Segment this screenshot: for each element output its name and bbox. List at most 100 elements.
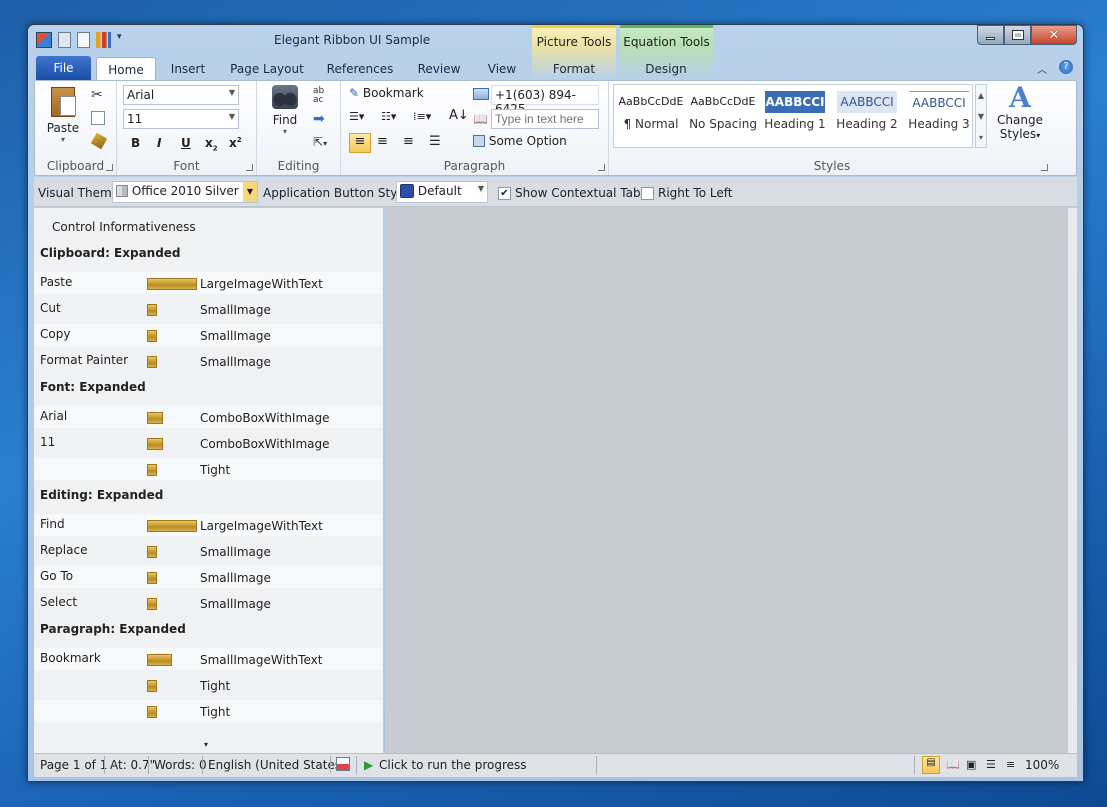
play-icon[interactable]: ▶: [364, 758, 373, 772]
tab-home[interactable]: Home: [96, 57, 156, 81]
full-screen-reading-view-icon[interactable]: 📖: [946, 758, 960, 771]
zoom-level[interactable]: 100%: [1025, 758, 1059, 772]
file-tab[interactable]: File: [36, 56, 91, 80]
informativeness-mode: LargeImageWithText: [200, 519, 323, 533]
tab-insert[interactable]: Insert: [162, 57, 214, 81]
clipboard-launcher-icon[interactable]: [106, 164, 113, 171]
tab-view[interactable]: View: [478, 57, 526, 81]
style-heading-2[interactable]: AABBCCI Heading 2: [833, 91, 901, 141]
collapse-ribbon-icon[interactable]: ︿: [1037, 61, 1047, 76]
text-input[interactable]: [491, 109, 599, 129]
app-menu-icon[interactable]: [36, 32, 52, 48]
show-contextual-tabs-label: Show Contextual Tabs: [515, 186, 647, 200]
help-icon[interactable]: ?: [1059, 60, 1073, 74]
informativeness-slider[interactable]: [147, 330, 157, 342]
style-heading-1-name: Heading 1: [764, 117, 826, 131]
informativeness-slider[interactable]: [147, 680, 157, 692]
styles-scroll[interactable]: ▲ ▼ ▾: [975, 84, 987, 148]
page-count[interactable]: Page 1 of 1: [40, 758, 107, 772]
tab-page-layout[interactable]: Page Layout: [224, 57, 310, 81]
style-heading-3[interactable]: AABBCCI Heading 3: [905, 91, 973, 141]
informativeness-mode: SmallImage: [200, 329, 271, 343]
tab-design[interactable]: Design: [622, 57, 710, 81]
italic-button[interactable]: I: [157, 136, 161, 150]
paragraph-launcher-icon[interactable]: [598, 164, 605, 171]
visual-theme-combo[interactable]: Office 2010 Silver ▼: [112, 181, 258, 203]
informativeness-slider[interactable]: [147, 546, 157, 558]
cut-icon[interactable]: ✂: [91, 87, 103, 103]
tab-references[interactable]: References: [320, 57, 400, 81]
font-size-combo[interactable]: 11 ▼: [123, 109, 239, 129]
tab-format[interactable]: Format: [533, 57, 615, 81]
informativeness-slider[interactable]: [147, 356, 157, 368]
font-launcher-icon[interactable]: [246, 164, 253, 171]
status-divider: [330, 756, 331, 774]
bold-button[interactable]: B: [131, 136, 140, 150]
sort-button[interactable]: A↓: [449, 108, 469, 123]
font-family-combo[interactable]: Arial ▼: [123, 85, 239, 105]
qat-dropdown-icon[interactable]: ▾: [117, 32, 125, 48]
status-divider: [104, 756, 105, 774]
copy-qat-icon[interactable]: [58, 32, 71, 48]
superscript-button[interactable]: x2: [229, 136, 242, 150]
select-icon[interactable]: ⇱▾: [313, 135, 327, 149]
language[interactable]: English (United States): [208, 758, 346, 772]
style-normal[interactable]: AaBbCcDdE ¶ Normal: [617, 91, 685, 141]
document-area[interactable]: [385, 208, 1067, 753]
align-center-button[interactable]: ≡: [377, 134, 388, 149]
maximize-button[interactable]: [1004, 25, 1031, 45]
informativeness-slider[interactable]: [147, 438, 163, 450]
informativeness-slider[interactable]: [147, 278, 197, 290]
style-heading-1[interactable]: AABBCCI Heading 1: [761, 91, 829, 141]
subscript-button[interactable]: x2: [205, 136, 218, 152]
app-button-style-combo[interactable]: Default ▼: [396, 181, 488, 203]
minimize-button[interactable]: [977, 25, 1004, 45]
informativeness-slider[interactable]: [147, 464, 157, 476]
document-qat-icon[interactable]: [77, 32, 90, 48]
multilevel-button[interactable]: ⁞≡▾: [413, 110, 431, 123]
control-name: Format Painter: [40, 353, 129, 367]
informativeness-slider[interactable]: [147, 598, 157, 610]
subscript-label: x: [205, 136, 213, 150]
numbering-button[interactable]: ☷▾: [381, 110, 396, 123]
book-icon: 📖: [473, 112, 488, 126]
bookmark-button[interactable]: ✎ Bookmark: [349, 86, 424, 100]
find-button[interactable]: Find ▾: [265, 85, 305, 136]
tab-review[interactable]: Review: [410, 57, 468, 81]
show-contextual-tabs-checkbox[interactable]: ✔: [498, 187, 511, 200]
copy-icon[interactable]: [91, 111, 105, 125]
bullets-button[interactable]: ☰▾: [349, 110, 364, 123]
paste-button[interactable]: Paste ▾: [45, 85, 81, 144]
macro-icon[interactable]: [336, 757, 350, 771]
informativeness-slider[interactable]: [147, 654, 172, 666]
word-count[interactable]: Words: 0: [154, 758, 207, 772]
style-no-spacing[interactable]: AaBbCcDdE No Spacing: [689, 91, 757, 141]
print-layout-view-icon[interactable]: ▤: [922, 756, 940, 774]
informativeness-slider[interactable]: [147, 572, 157, 584]
informativeness-slider[interactable]: [147, 412, 163, 424]
informativeness-slider[interactable]: [147, 706, 157, 718]
informativeness-slider[interactable]: [147, 520, 197, 532]
draft-view-icon[interactable]: ≡: [1006, 758, 1015, 771]
vertical-scrollbar[interactable]: [1067, 208, 1077, 753]
styles-launcher-icon[interactable]: [1041, 164, 1048, 171]
right-to-left-checkbox[interactable]: [641, 187, 654, 200]
some-option-button[interactable]: Some Option: [473, 134, 567, 148]
bookmark-label: Bookmark: [362, 86, 424, 100]
outline-view-icon[interactable]: ☰: [986, 758, 996, 771]
chart-qat-icon[interactable]: [96, 32, 111, 48]
phone-field[interactable]: +1(603) 894-6425: [491, 85, 599, 116]
web-layout-view-icon[interactable]: ▣: [966, 758, 976, 771]
align-right-button[interactable]: ≡: [403, 134, 414, 149]
format-painter-icon[interactable]: [90, 132, 108, 150]
progress-link[interactable]: Click to run the progress: [379, 758, 527, 772]
change-styles-button[interactable]: A Change Styles▾: [995, 83, 1045, 142]
replace-icon[interactable]: ab ac: [313, 87, 324, 105]
justify-button[interactable]: ☰: [429, 134, 441, 149]
window-controls: ✕: [977, 25, 1077, 45]
align-left-button[interactable]: ≡: [349, 133, 371, 153]
close-button[interactable]: ✕: [1031, 25, 1077, 45]
underline-button[interactable]: U: [181, 136, 191, 150]
informativeness-slider[interactable]: [147, 304, 157, 316]
goto-icon[interactable]: ➡: [313, 111, 325, 127]
